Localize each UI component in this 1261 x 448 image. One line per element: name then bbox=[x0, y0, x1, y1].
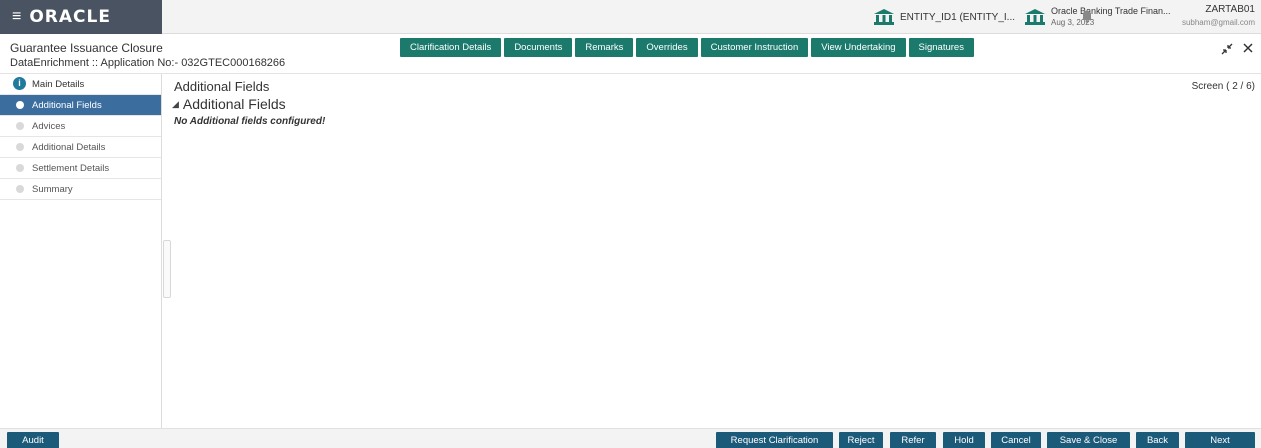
cancel-button[interactable]: Cancel bbox=[991, 432, 1041, 448]
sidebar-item-label: Main Details bbox=[32, 78, 85, 90]
tab-customer-instruction[interactable]: Customer Instruction bbox=[700, 38, 809, 57]
page-subtitle: DataEnrichment :: Application No:- 032GT… bbox=[10, 57, 286, 69]
section-header[interactable]: ◢ Additional Fields bbox=[172, 96, 286, 112]
next-button[interactable]: Next bbox=[1185, 432, 1255, 448]
sidebar-item-label: Summary bbox=[32, 183, 73, 195]
minimize-icon[interactable] bbox=[1221, 43, 1233, 55]
sidebar-item-additional-details[interactable]: Additional Details bbox=[0, 137, 161, 158]
footer-bar: Audit Request Clarification Reject Refer… bbox=[0, 428, 1261, 448]
sidebar-item-advices[interactable]: Advices bbox=[0, 116, 161, 137]
branch-selector[interactable]: Oracle Banking Trade Finan... Aug 3, 202… bbox=[1025, 0, 1171, 34]
notification-bell-icon[interactable] bbox=[1081, 10, 1093, 23]
sidebar-item-label: Advices bbox=[32, 120, 66, 132]
user-email: subham@gmail.com bbox=[1181, 18, 1255, 27]
sidebar-item-label: Additional Fields bbox=[32, 99, 102, 111]
tab-overrides[interactable]: Overrides bbox=[636, 38, 698, 57]
back-button[interactable]: Back bbox=[1136, 432, 1179, 448]
step-dot-icon bbox=[16, 185, 24, 193]
action-tabs: Clarification Details Documents Remarks … bbox=[400, 38, 974, 57]
step-dot-icon bbox=[16, 143, 24, 151]
entity-selector[interactable]: ENTITY_ID1 (ENTITY_I... bbox=[874, 0, 1015, 34]
sidebar-item-settlement-details[interactable]: Settlement Details bbox=[0, 158, 161, 179]
request-clarification-button[interactable]: Request Clarification bbox=[716, 432, 833, 448]
collapse-triangle-icon[interactable]: ◢ bbox=[172, 99, 179, 110]
header-icons bbox=[1221, 43, 1253, 55]
bank-icon bbox=[1025, 9, 1045, 25]
sidebar-resize-handle[interactable] bbox=[163, 240, 171, 298]
sidebar-item-main-details[interactable]: i Main Details bbox=[0, 74, 161, 95]
step-dot-icon bbox=[16, 101, 24, 109]
tab-documents[interactable]: Documents bbox=[504, 38, 573, 57]
empty-message: No Additional fields configured! bbox=[174, 116, 326, 127]
bank-icon bbox=[874, 9, 894, 25]
main-content: Additional Fields Screen ( 2 / 6) ◢ Addi… bbox=[172, 74, 1261, 428]
reject-button[interactable]: Reject bbox=[839, 432, 883, 448]
tab-signatures[interactable]: Signatures bbox=[908, 38, 974, 57]
sidebar-item-label: Settlement Details bbox=[32, 162, 110, 174]
branch-date: Aug 3, 2023 bbox=[1051, 18, 1095, 27]
section-title: Additional Fields bbox=[182, 96, 286, 112]
hamburger-menu-icon[interactable]: ≡ bbox=[12, 9, 21, 25]
refer-button[interactable]: Refer bbox=[890, 432, 936, 448]
page-header: Guarantee Issuance Closure DataEnrichmen… bbox=[0, 34, 1261, 74]
oracle-logo: ORACLE bbox=[29, 7, 111, 27]
user-name: ZARTAB01 bbox=[1205, 4, 1255, 15]
save-close-button[interactable]: Save & Close bbox=[1047, 432, 1130, 448]
sidebar-item-label: Additional Details bbox=[32, 141, 106, 153]
tab-clarification-details[interactable]: Clarification Details bbox=[400, 38, 502, 57]
step-dot-icon bbox=[16, 164, 24, 172]
top-bar: ≡ ORACLE ENTITY_ID1 (ENTITY_I... Oracle … bbox=[0, 0, 1261, 34]
sidebar-item-additional-fields[interactable]: Additional Fields bbox=[0, 95, 161, 116]
screen-counter: Screen ( 2 / 6) bbox=[1191, 81, 1255, 92]
user-menu[interactable]: ZARTAB01 subham@gmail.com bbox=[1182, 3, 1255, 29]
entity-label: ENTITY_ID1 (ENTITY_I... bbox=[900, 11, 1016, 23]
branch-name: Oracle Banking Trade Finan... bbox=[1051, 6, 1171, 16]
content-title: Additional Fields bbox=[174, 79, 270, 94]
page-title: Guarantee Issuance Closure bbox=[10, 41, 163, 55]
step-dot-icon bbox=[16, 122, 24, 130]
brand-area: ≡ ORACLE bbox=[0, 0, 162, 34]
step-sidebar: i Main Details Additional Fields Advices… bbox=[0, 74, 162, 428]
tab-remarks[interactable]: Remarks bbox=[575, 38, 634, 57]
audit-button[interactable]: Audit bbox=[7, 432, 59, 448]
info-step-icon: i bbox=[13, 77, 26, 90]
tab-view-undertaking[interactable]: View Undertaking bbox=[811, 38, 906, 57]
hold-button[interactable]: Hold bbox=[943, 432, 985, 448]
close-icon[interactable] bbox=[1243, 43, 1253, 53]
sidebar-item-summary[interactable]: Summary bbox=[0, 179, 161, 200]
